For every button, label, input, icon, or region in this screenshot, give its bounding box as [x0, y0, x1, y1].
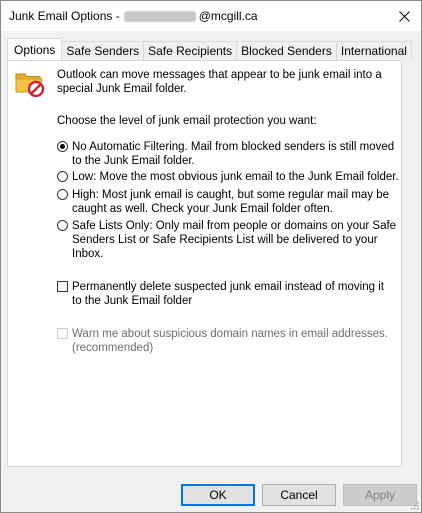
junk-folder-icon — [15, 73, 45, 98]
window-title: Junk Email Options - @mcgill.ca — [9, 9, 258, 23]
junk-email-options-dialog: Junk Email Options - @mcgill.ca Options … — [0, 0, 422, 513]
dialog-body: Options Safe Senders Safe Recipients Blo… — [1, 31, 421, 512]
resize-grip-icon[interactable] — [409, 500, 419, 510]
title-bar: Junk Email Options - @mcgill.ca — [1, 1, 421, 31]
checkbox-label: Warn me about suspicious domain names in… — [72, 328, 388, 354]
radio-button-selected[interactable] — [57, 141, 68, 152]
window-title-suffix: @mcgill.ca — [198, 9, 258, 23]
radio-button[interactable] — [57, 189, 68, 200]
radio-label: Safe Lists Only: Only mail from people o… — [72, 220, 397, 260]
window-title-prefix: Junk Email Options - — [9, 9, 120, 23]
close-button[interactable] — [387, 1, 421, 31]
checkbox[interactable] — [57, 281, 68, 292]
tab-safe-recipients[interactable]: Safe Recipients — [143, 41, 238, 60]
apply-button: Apply — [343, 484, 417, 506]
radio-low[interactable]: Low: Move the most obvious junk email to… — [57, 170, 405, 184]
radio-safe-lists-only[interactable]: Safe Lists Only: Only mail from people o… — [57, 219, 405, 261]
tab-strip: Options Safe Senders Safe Recipients Blo… — [7, 38, 412, 60]
radio-button[interactable] — [57, 171, 68, 182]
checkbox-disabled — [57, 328, 68, 339]
radio-high[interactable]: High: Most junk email is caught, but som… — [57, 188, 405, 216]
protection-level-label: Choose the level of junk email protectio… — [57, 115, 317, 127]
radio-label: No Automatic Filtering. Mail from blocke… — [72, 141, 395, 167]
radio-button[interactable] — [57, 220, 68, 231]
radio-label: Low: Move the most obvious junk email to… — [72, 171, 399, 183]
redacted-email-user — [123, 10, 196, 22]
intro-text: Outlook can move messages that appear to… — [57, 69, 382, 95]
tab-safe-senders[interactable]: Safe Senders — [61, 41, 145, 60]
radio-label: High: Most junk email is caught, but som… — [72, 189, 390, 215]
tab-international[interactable]: International — [335, 41, 412, 60]
checkbox-label: Permanently delete suspected junk email … — [72, 281, 384, 307]
ok-button[interactable]: OK — [181, 484, 255, 506]
radio-no-automatic-filtering[interactable]: No Automatic Filtering. Mail from blocke… — [57, 140, 405, 168]
checkbox-permanently-delete[interactable]: Permanently delete suspected junk email … — [57, 280, 395, 308]
checkbox-warn-suspicious-domains: Warn me about suspicious domain names in… — [57, 327, 395, 355]
cancel-button[interactable]: Cancel — [262, 484, 336, 506]
options-tab-panel: Outlook can move messages that appear to… — [7, 60, 402, 467]
tab-options[interactable]: Options — [7, 38, 63, 60]
tab-blocked-senders[interactable]: Blocked Senders — [236, 41, 337, 60]
close-icon — [398, 10, 410, 22]
